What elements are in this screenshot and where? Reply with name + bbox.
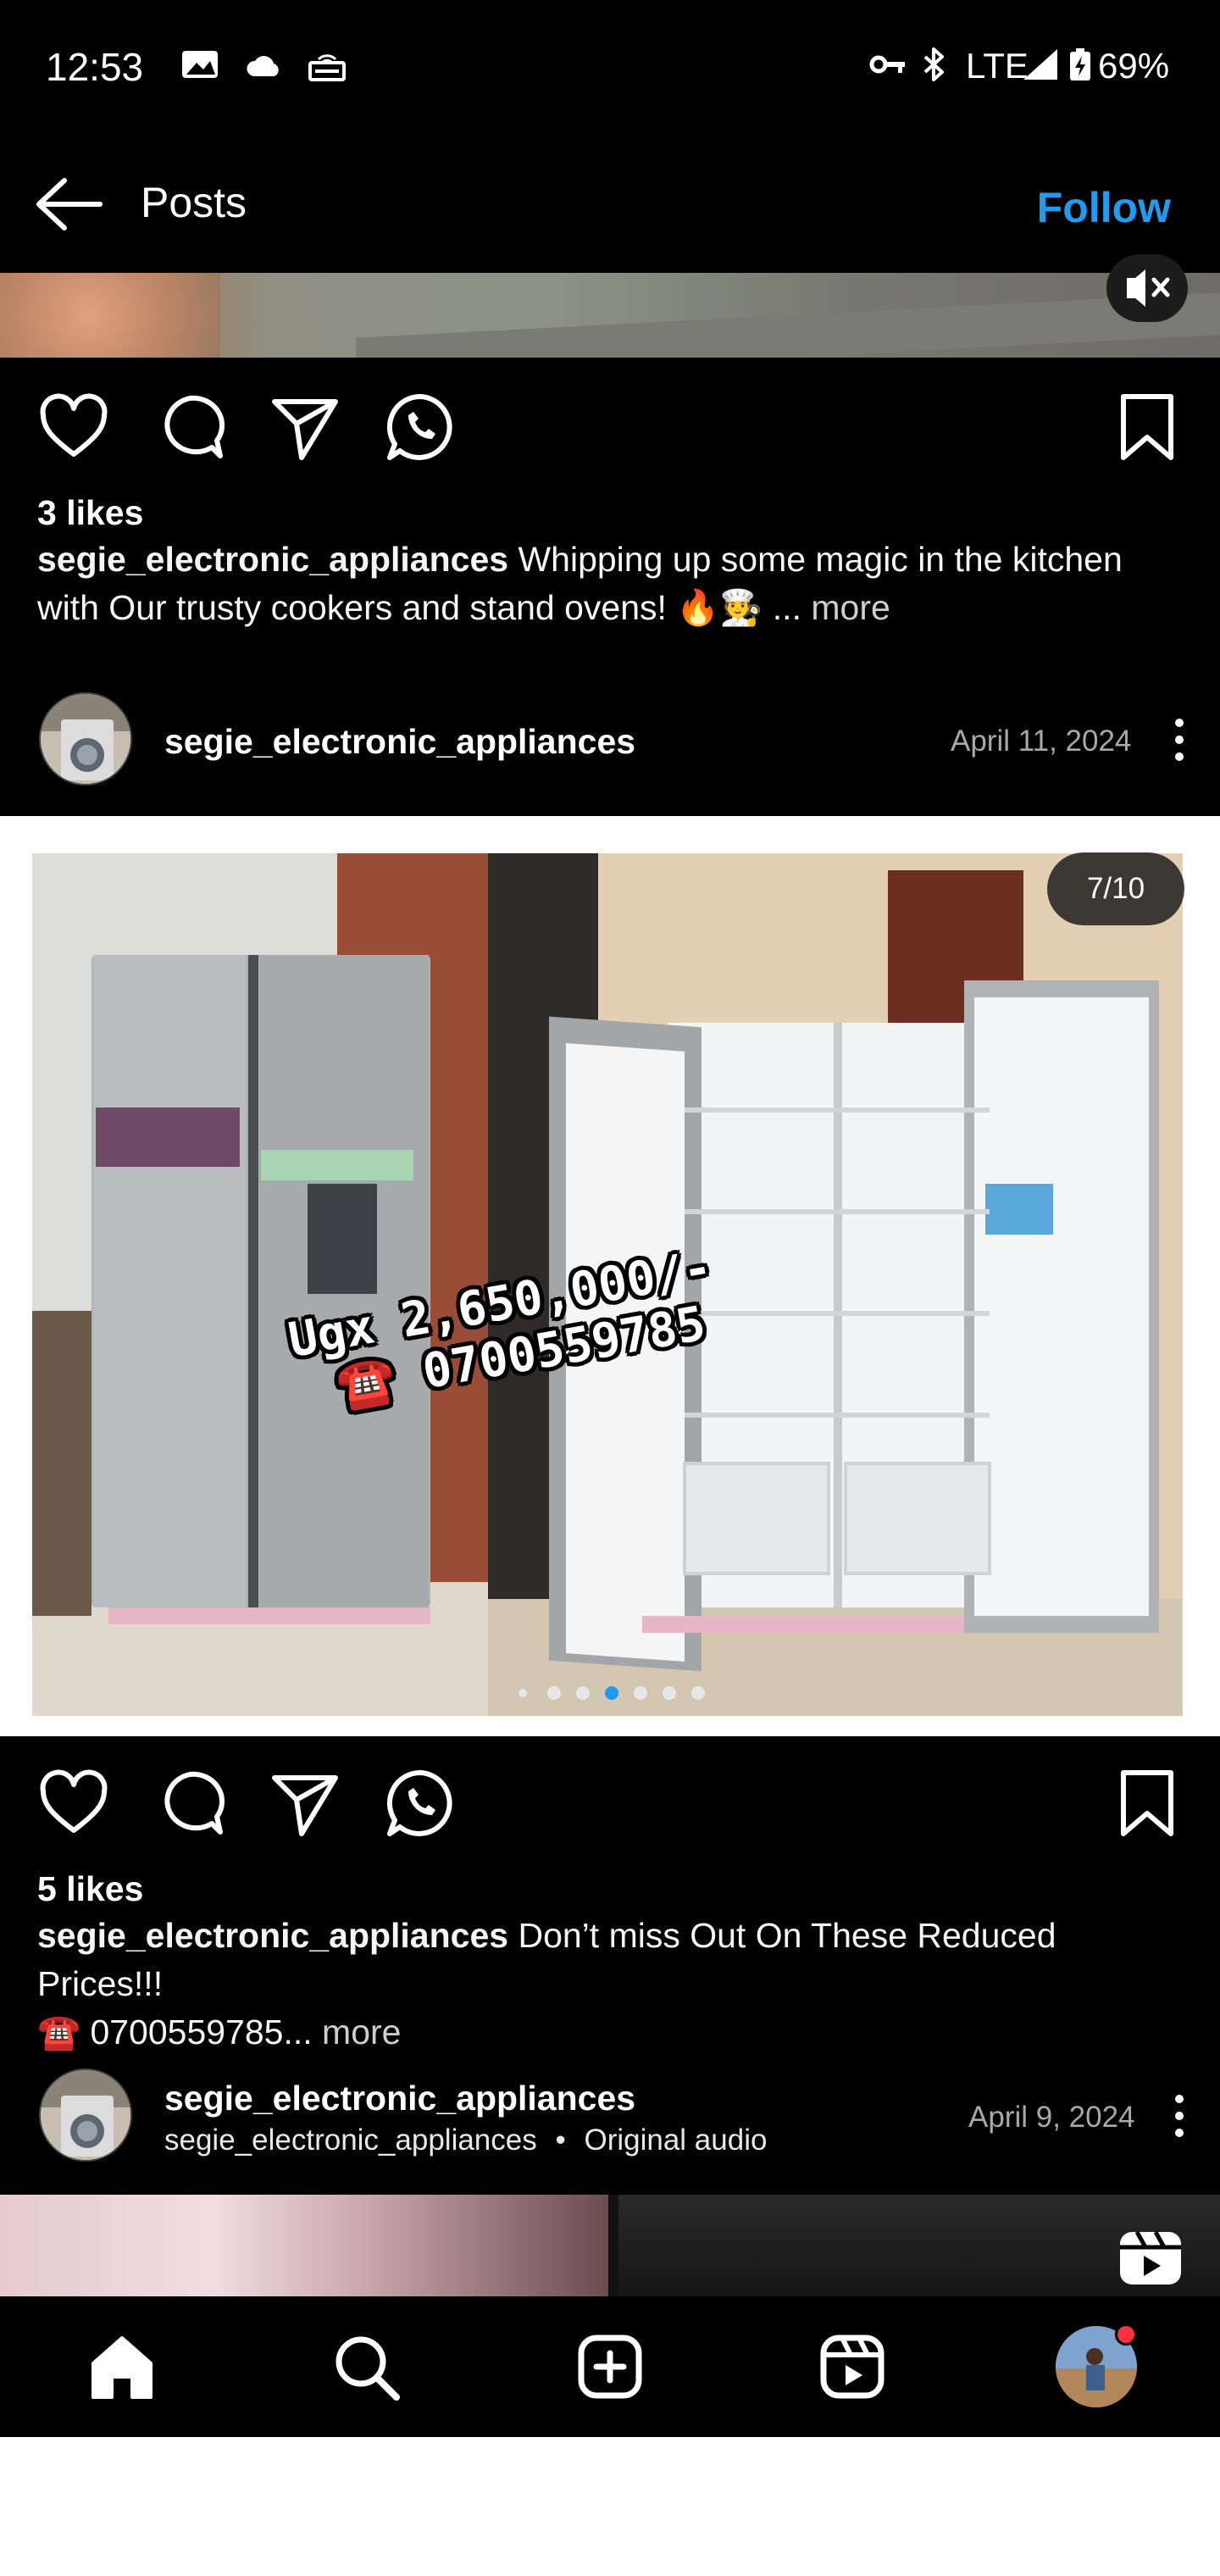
status-time: 12:53 bbox=[46, 45, 144, 89]
search-icon[interactable] bbox=[325, 2326, 407, 2407]
avatar[interactable] bbox=[39, 692, 132, 786]
separator: • bbox=[555, 2124, 566, 2157]
like-heart-icon[interactable] bbox=[36, 1766, 111, 1840]
share-send-icon[interactable] bbox=[268, 390, 342, 464]
post-media-previous[interactable] bbox=[0, 273, 1220, 358]
carousel-dot bbox=[518, 1689, 527, 1697]
carousel-dot-active bbox=[605, 1686, 618, 1700]
vpn-key-icon bbox=[869, 55, 905, 74]
cloud-icon bbox=[247, 56, 279, 76]
bookmark-icon[interactable] bbox=[1110, 390, 1184, 464]
reels-icon[interactable] bbox=[812, 2326, 893, 2407]
mute-button[interactable] bbox=[1106, 254, 1188, 322]
caption-text: with Our trusty cookers and stand ovens!… bbox=[37, 588, 801, 627]
carousel-dot bbox=[634, 1686, 647, 1700]
battery-percent: 69% bbox=[1098, 46, 1170, 86]
avatar-washing-machine-image bbox=[41, 2070, 130, 2160]
post-date: April 11, 2024 bbox=[951, 724, 1132, 758]
post-caption: segie_electronic_appliances Don’t miss O… bbox=[37, 1912, 1190, 2057]
image-region bbox=[0, 2195, 608, 2296]
audio-label[interactable]: Original audio bbox=[584, 2124, 767, 2157]
post-media-next[interactable] bbox=[0, 2195, 1220, 2296]
avatar[interactable] bbox=[39, 2068, 132, 2162]
post-username[interactable]: segie_electronic_appliances bbox=[164, 2079, 635, 2118]
network-type: LTE bbox=[966, 46, 1029, 86]
image-region bbox=[356, 292, 1220, 358]
post-date: April 9, 2024 bbox=[968, 2101, 1135, 2134]
image-region bbox=[0, 273, 220, 358]
post-subline: segie_electronic_appliances • Original a… bbox=[164, 2124, 767, 2157]
avatar-washing-machine-image bbox=[41, 694, 130, 784]
more-options-icon[interactable] bbox=[1162, 2086, 1196, 2146]
carousel-dot bbox=[547, 1686, 561, 1700]
whatsapp-icon[interactable] bbox=[383, 1766, 458, 1840]
gallery-icon bbox=[182, 51, 218, 78]
carousel-counter: 7/10 bbox=[1047, 852, 1184, 925]
app-screen: 12:53 LTE 69% Posts Follow 3 likes segie… bbox=[0, 0, 1220, 2437]
more-link[interactable]: more bbox=[811, 588, 890, 627]
post-username[interactable]: segie_electronic_appliances bbox=[164, 722, 635, 762]
comment-icon[interactable] bbox=[152, 1766, 227, 1840]
battery-icon bbox=[1070, 48, 1090, 80]
likes-count[interactable]: 5 likes bbox=[37, 1869, 143, 1909]
caption-username[interactable]: segie_electronic_appliances bbox=[37, 540, 508, 579]
carousel-dot bbox=[663, 1686, 676, 1700]
bookmark-icon[interactable] bbox=[1110, 1766, 1184, 1840]
image-divider bbox=[608, 2195, 618, 2296]
more-link[interactable]: more bbox=[322, 2012, 401, 2051]
bluetooth-icon bbox=[923, 47, 944, 81]
hotspot-icon bbox=[308, 54, 346, 81]
post-caption: segie_electronic_appliances Whipping up … bbox=[37, 536, 1190, 632]
create-icon[interactable] bbox=[569, 2326, 651, 2407]
notification-dot bbox=[1115, 2323, 1137, 2346]
carousel-dot bbox=[576, 1686, 590, 1700]
page-title: Posts bbox=[141, 179, 247, 226]
reels-badge-icon bbox=[1120, 2230, 1181, 2285]
back-arrow-icon[interactable] bbox=[34, 174, 105, 235]
caption-username[interactable]: segie_electronic_appliances bbox=[37, 1916, 508, 1955]
caption-text: Whipping up some magic in the kitchen bbox=[518, 540, 1123, 579]
sub-username[interactable]: segie_electronic_appliances bbox=[164, 2124, 537, 2157]
share-send-icon[interactable] bbox=[268, 1766, 342, 1840]
carousel-dots bbox=[518, 1683, 705, 1703]
more-options-icon[interactable] bbox=[1162, 710, 1196, 769]
muted-speaker-icon bbox=[1127, 269, 1170, 307]
caption-text: ☎️ 0700559785... bbox=[37, 2012, 313, 2051]
like-heart-icon[interactable] bbox=[36, 390, 111, 464]
whatsapp-icon[interactable] bbox=[383, 390, 458, 464]
home-icon[interactable] bbox=[81, 2326, 163, 2407]
post-carousel-image[interactable]: Ugx 2,650,000/- ☎️ 0700559785 bbox=[32, 853, 1183, 1716]
likes-count[interactable]: 3 likes bbox=[37, 493, 143, 533]
follow-button[interactable]: Follow bbox=[1037, 183, 1171, 232]
signal-icon bbox=[1023, 49, 1057, 80]
comment-icon[interactable] bbox=[152, 390, 227, 464]
carousel-dot bbox=[691, 1686, 705, 1700]
